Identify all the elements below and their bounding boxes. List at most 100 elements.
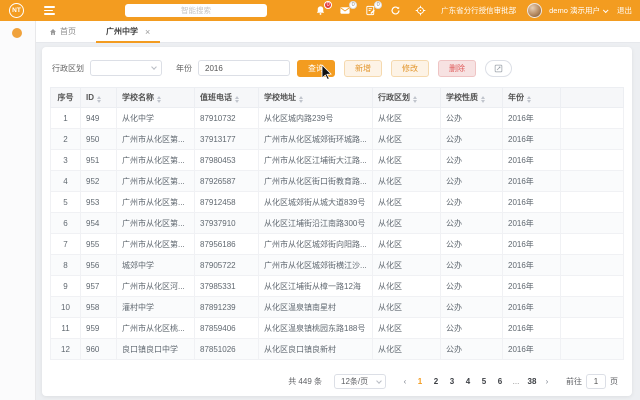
table-body: 1 949 从化中学 87910732 从化区城内路239号 从化区 公办 2016年 2 950… — [50, 107, 624, 360]
page-number-button[interactable]: 5 — [476, 377, 492, 386]
table-cell: 公办 — [440, 338, 503, 360]
table-row[interactable]: 9 957 广州市从化区河... 37985331 从化区江埔街从樟一路12海 从化区 公办… — [50, 275, 624, 297]
table-row[interactable]: 1 949 从化中学 87910732 从化区城内路239号 从化区 公办 2016年 — [50, 107, 624, 129]
table-cell: 960 — [80, 338, 117, 360]
table-cell-empty — [560, 275, 624, 297]
table-cell: 12 — [50, 338, 81, 360]
column-header[interactable]: 年份 — [502, 87, 561, 108]
sort-carets-icon[interactable] — [413, 96, 417, 103]
table-cell: 城郊中学 — [116, 254, 195, 276]
column-header[interactable]: ID — [80, 87, 117, 108]
region-select[interactable] — [90, 60, 162, 76]
table-cell: 953 — [80, 191, 117, 213]
export-button[interactable] — [485, 59, 512, 77]
table-cell: 从化区 — [372, 317, 441, 339]
table-row[interactable]: 10 958 灌村中学 87891239 从化区温泉镇南星村 从化区 公办 2016年 — [50, 296, 624, 318]
pagination: 共 449 条 12条/页 ‹ 123456... 38 › 前往 页 — [288, 374, 618, 389]
page-number-button[interactable]: 4 — [460, 377, 476, 386]
delete-button[interactable]: 删除 — [438, 59, 476, 77]
page-number-button[interactable]: 38 — [524, 377, 540, 386]
column-header[interactable]: 学校地址 — [258, 87, 373, 108]
page-number-button[interactable]: 3 — [444, 377, 460, 386]
column-header[interactable]: 行政区划 — [372, 87, 441, 108]
table-row[interactable]: 8 956 城郊中学 87905722 广州市从化区城郊街横江沙... 从化区 公办 2016… — [50, 254, 624, 276]
table-cell: 广州市从化区城郊街向阳路... — [258, 233, 373, 255]
sort-carets-icon[interactable] — [527, 96, 531, 103]
page-number-button[interactable]: 6 — [492, 377, 508, 386]
table-cell: 从化区城郊街从城大道839号 — [258, 191, 373, 213]
column-header: 序号 — [50, 87, 81, 108]
year-label: 年份 — [176, 63, 192, 73]
table-cell: 955 — [80, 233, 117, 255]
table-cell: 2016年 — [502, 254, 561, 276]
column-header[interactable]: 值班电话 — [194, 87, 259, 108]
sort-carets-icon[interactable] — [235, 96, 239, 103]
tab-guangzhou-school[interactable]: 广州中学 × — [95, 21, 161, 43]
table-cell: 11 — [50, 317, 81, 339]
table-cell: 2016年 — [502, 107, 561, 129]
main-card: 行政区划 年份 查询 新增 修改 删除 序号ID学校名称值班电话学校地址行政区划… — [42, 47, 632, 396]
table-cell: 从化区城内路239号 — [258, 107, 373, 129]
logout-button[interactable]: 退出 — [617, 5, 632, 16]
table-cell: 广州市从化区江埔街大江路... — [258, 149, 373, 171]
table-cell: 灌村中学 — [116, 296, 195, 318]
table-cell: 87851026 — [194, 338, 259, 360]
page-ellipsis: ... — [512, 377, 520, 386]
table-row[interactable]: 12 960 良口镇良口中学 87851026 从化区良口镇良新村 从化区 公办 2016年 — [50, 338, 624, 360]
mail-icon[interactable]: 0 — [339, 0, 358, 17]
table-cell: 957 — [80, 275, 117, 297]
year-input[interactable] — [198, 60, 290, 76]
prev-page-button[interactable]: ‹ — [398, 377, 412, 386]
sort-carets-icon[interactable] — [97, 95, 101, 103]
table-cell: 958 — [80, 296, 117, 318]
table-row[interactable]: 5 953 广州市从化区第... 87912458 从化区城郊街从城大道839号 从化区公… — [50, 191, 624, 213]
table-cell-empty — [560, 128, 624, 150]
edit-button[interactable]: 修改 — [391, 59, 429, 77]
search-input[interactable] — [125, 4, 267, 17]
table-cell: 949 — [80, 107, 117, 129]
column-header[interactable]: 学校性质 — [440, 87, 503, 108]
table-row[interactable]: 3 951 广州市从化区第... 87980453 广州市从化区江埔街大江路... 从化区… — [50, 149, 624, 171]
avatar[interactable] — [527, 3, 543, 18]
goto-label: 前往 — [566, 377, 582, 386]
table-cell: 从化区 — [372, 212, 441, 234]
table-cell: 广州市从化区城郊街环城路... — [258, 128, 373, 150]
table-cell: 广州市从化区第... — [116, 149, 195, 171]
table-row[interactable]: 4 952 广州市从化区第... 87926587 广州市从化区街口街教育路... 从化区… — [50, 170, 624, 192]
table-cell: 3 — [50, 149, 81, 171]
chevron-down-icon — [376, 378, 382, 384]
table-cell: 37913177 — [194, 128, 259, 150]
sort-carets-icon[interactable] — [299, 96, 303, 103]
sidebar-dot-icon[interactable] — [12, 28, 22, 38]
next-page-button[interactable]: › — [540, 377, 554, 386]
table-row[interactable]: 6 954 广州市从化区第... 37937910 从化区江埔街沿江南路300号 从化区公… — [50, 212, 624, 234]
chevron-down-icon[interactable] — [602, 6, 609, 13]
close-icon[interactable]: × — [145, 27, 150, 37]
user-name[interactable]: demo 演示用户 — [549, 5, 600, 16]
page-number-button[interactable]: 2 — [428, 377, 444, 386]
locate-icon[interactable] — [414, 5, 426, 17]
goto-page-input[interactable] — [586, 374, 606, 389]
table-cell: 951 — [80, 149, 117, 171]
table-cell: 公办 — [440, 191, 503, 213]
table-cell: 广州市从化区第... — [116, 233, 195, 255]
refresh-icon[interactable] — [389, 5, 401, 17]
page-size-select[interactable]: 12条/页 — [334, 374, 386, 389]
table-row[interactable]: 11 959 广州市从化区桃... 87859406 从化区温泉镇桃园东路188号 从化区… — [50, 317, 624, 339]
table-row[interactable]: 2 950 广州市从化区第... 37913177 广州市从化区城郊街环城路... 从化区… — [50, 128, 624, 150]
todo-icon[interactable]: 0 — [364, 0, 383, 17]
tab-home[interactable]: 首页 — [49, 21, 76, 42]
hamburger-icon[interactable] — [44, 6, 55, 15]
sort-carets-icon[interactable] — [157, 96, 161, 103]
table-cell: 37985331 — [194, 275, 259, 297]
table-cell-empty — [560, 233, 624, 255]
table-row[interactable]: 7 955 广州市从化区第... 87956186 广州市从化区城郊街向阳路... 从化区… — [50, 233, 624, 255]
sort-carets-icon[interactable] — [481, 96, 485, 103]
table-cell: 87859406 — [194, 317, 259, 339]
column-header[interactable]: 学校名称 — [116, 87, 195, 108]
add-button[interactable]: 新增 — [344, 59, 382, 77]
bell-icon[interactable]: 0 — [314, 0, 333, 17]
table-cell: 从化区 — [372, 128, 441, 150]
page-number-button[interactable]: 1 — [412, 377, 428, 386]
query-button[interactable]: 查询 — [297, 59, 335, 77]
